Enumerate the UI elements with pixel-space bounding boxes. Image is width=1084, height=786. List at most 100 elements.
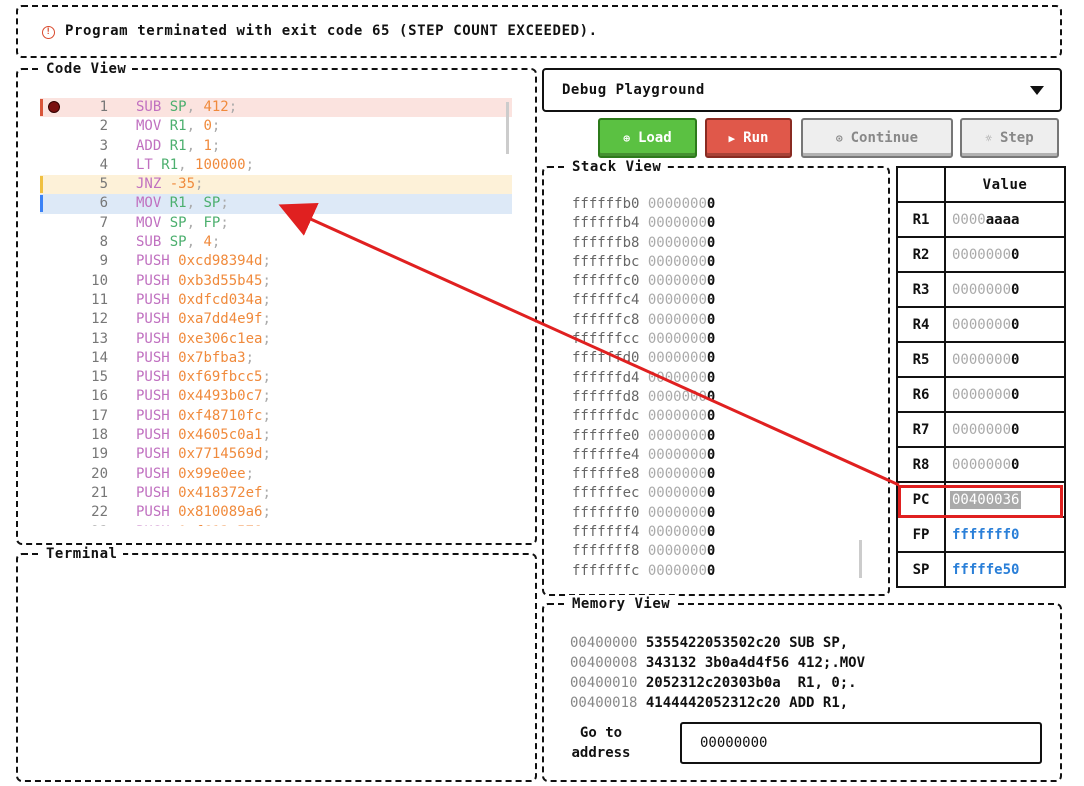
stack-address: fffffff8 — [572, 543, 640, 560]
stack-row[interactable]: ffffffb0 00000000 — [572, 195, 715, 214]
run-button[interactable]: ▶ Run — [705, 118, 792, 158]
stack-address: ffffffd8 — [572, 388, 640, 405]
stack-row[interactable]: fffffffc 00000000 — [572, 562, 715, 581]
stack-value-pad: 0000000 — [647, 273, 707, 290]
code-line[interactable]: 17 PUSH 0xf48710fc; — [40, 407, 512, 426]
code-line[interactable]: 18 PUSH 0x4605c0a1; — [40, 426, 512, 445]
stack-row[interactable]: ffffffd8 00000000 — [572, 388, 715, 407]
code-line[interactable]: 15 PUSH 0xf69fbcc5; — [40, 368, 512, 387]
register-value[interactable]: 00000000 — [944, 341, 1066, 378]
stack-row[interactable]: fffffff8 00000000 — [572, 542, 715, 561]
stack-value-pad: 0000000 — [647, 562, 707, 579]
stack-row[interactable]: ffffffe4 00000000 — [572, 446, 715, 465]
code-line[interactable]: 12 PUSH 0xa7dd4e9f; — [40, 310, 512, 329]
register-value[interactable]: fffffff0 — [944, 516, 1066, 553]
line-number: 4 — [99, 156, 108, 173]
line-number: 3 — [99, 137, 108, 154]
register-value-pad: 0000000 — [952, 386, 1012, 403]
register-value-digits: fffffe50 — [952, 561, 1020, 578]
goto-address-input[interactable] — [680, 722, 1042, 764]
opcode: PUSH — [136, 465, 170, 482]
stack-value: 00000000 — [648, 312, 715, 328]
code-line[interactable]: 13 PUSH 0xe306c1ea; — [40, 330, 512, 349]
load-button[interactable]: ⊕ Load — [598, 118, 697, 158]
stack-row[interactable]: ffffffb4 00000000 — [572, 214, 715, 233]
code-scrollbar[interactable] — [506, 102, 509, 154]
code-line[interactable]: 14 PUSH 0x7bfba3; — [40, 349, 512, 368]
status-bar: ! Program terminated with exit code 65 (S… — [16, 5, 1062, 58]
stack-value: 00000000 — [648, 408, 715, 424]
code-line[interactable]: 21 PUSH 0x418372ef; — [40, 484, 512, 503]
code-line[interactable]: 23 PUSH 0xf613e578; — [40, 523, 512, 526]
breakpoint-icon[interactable] — [48, 101, 60, 113]
code-line[interactable]: 2 MOV R1, 0; — [40, 117, 512, 136]
register-value[interactable]: 00000000 — [944, 271, 1066, 308]
stack-row[interactable]: ffffffdc 00000000 — [572, 407, 715, 426]
stack-row[interactable]: ffffffe0 00000000 — [572, 427, 715, 446]
stack-row[interactable]: ffffffcc 00000000 — [572, 330, 715, 349]
stack-row[interactable]: ffffffc0 00000000 — [572, 272, 715, 291]
code-line[interactable]: 22 PUSH 0x810089a6; — [40, 503, 512, 522]
opcode: PUSH — [136, 330, 170, 347]
register-value-pad: 0000 — [952, 211, 986, 228]
continue-icon: ⊙ — [835, 131, 843, 145]
code-line[interactable]: 16 PUSH 0x4493b0c7; — [40, 387, 512, 406]
code-line[interactable]: 4 LT R1, 100000; — [40, 156, 512, 175]
opcode: PUSH — [136, 349, 170, 366]
code-line[interactable]: 7 MOV SP, FP; — [40, 214, 512, 233]
code-line[interactable]: 3 ADD R1, 1; — [40, 137, 512, 156]
debug-mode-select[interactable]: Debug Playground — [542, 68, 1062, 112]
punctuation: ; — [211, 137, 221, 154]
register-value[interactable]: 00000000 — [944, 446, 1066, 483]
stack-row[interactable]: ffffffbc 00000000 — [572, 253, 715, 272]
stack-row[interactable]: ffffffb8 00000000 — [572, 234, 715, 253]
register-value[interactable]: 00000000 — [944, 376, 1066, 413]
stack-row[interactable]: ffffffd4 00000000 — [572, 369, 715, 388]
punctuation: ; — [262, 388, 271, 405]
stack-scrollbar[interactable] — [859, 540, 862, 578]
memory-row: 00400018 4144442052312c20 ADD R1, — [570, 693, 865, 713]
register-value[interactable]: 00400036 — [944, 481, 1066, 518]
code-text: MOV R1, 0; — [136, 117, 220, 136]
code-line[interactable]: 10 PUSH 0xb3d55b45; — [40, 272, 512, 291]
register-value[interactable]: 0000aaaa — [944, 201, 1066, 238]
code-line[interactable]: 20 PUSH 0x99e0ee; — [40, 465, 512, 484]
line-number: 16 — [91, 388, 108, 405]
chevron-down-icon — [1030, 86, 1044, 95]
stack-address: ffffffd0 — [572, 350, 640, 367]
code-line[interactable]: 6 MOV R1, SP; — [40, 194, 512, 214]
register-value[interactable]: 00000000 — [944, 306, 1066, 343]
register-value-pad: 0000000 — [952, 351, 1012, 368]
stack-row[interactable]: ffffffc4 00000000 — [572, 291, 715, 310]
stack-row[interactable]: ffffffc8 00000000 — [572, 311, 715, 330]
code-line[interactable]: 8 SUB SP, 4; — [40, 233, 512, 252]
step-button[interactable]: ☼ Step — [960, 118, 1059, 158]
register-value-pad: 0000000 — [952, 246, 1012, 263]
code-editor[interactable]: 1 SUB SP, 412; 2 MOV R1, 0; 3 ADD R1, 1; 4 LT R… — [40, 98, 512, 526]
register-value[interactable]: 00000000 — [944, 411, 1066, 448]
continue-button[interactable]: ⊙ Continue — [801, 118, 953, 158]
code-line[interactable]: 11 PUSH 0xdfcd034a; — [40, 291, 512, 310]
line-number: 10 — [91, 272, 108, 289]
stack-value: 00000000 — [648, 524, 715, 540]
code-line[interactable]: 9 PUSH 0xcd98394d; — [40, 252, 512, 271]
code-line[interactable]: 19 PUSH 0x7714569d; — [40, 445, 512, 464]
stack-row[interactable]: ffffffe8 00000000 — [572, 465, 715, 484]
stack-row[interactable]: ffffffd0 00000000 — [572, 349, 715, 368]
code-text: PUSH 0xdfcd034a; — [136, 291, 271, 310]
code-text: SUB SP, 4; — [136, 233, 220, 252]
terminal-panel[interactable]: Terminal — [16, 545, 537, 782]
punctuation: ; — [211, 118, 221, 135]
code-line[interactable]: 5 JNZ -35; — [40, 175, 512, 195]
code-line[interactable]: 1 SUB SP, 412; — [40, 98, 512, 118]
register-value[interactable]: 00000000 — [944, 236, 1066, 273]
stack-value: 00000000 — [648, 466, 715, 482]
code-text: PUSH 0xa7dd4e9f; — [136, 310, 271, 329]
register-value-pad: 0000000 — [952, 281, 1012, 298]
stack-row[interactable]: fffffff0 00000000 — [572, 504, 715, 523]
operand: 412 — [203, 99, 229, 115]
register-value[interactable]: fffffe50 — [944, 551, 1066, 588]
stack-list[interactable]: ffffffb0 00000000 ffffffb4 00000000 ffffff… — [572, 195, 715, 581]
stack-row[interactable]: fffffff4 00000000 — [572, 523, 715, 542]
stack-row[interactable]: ffffffec 00000000 — [572, 484, 715, 503]
